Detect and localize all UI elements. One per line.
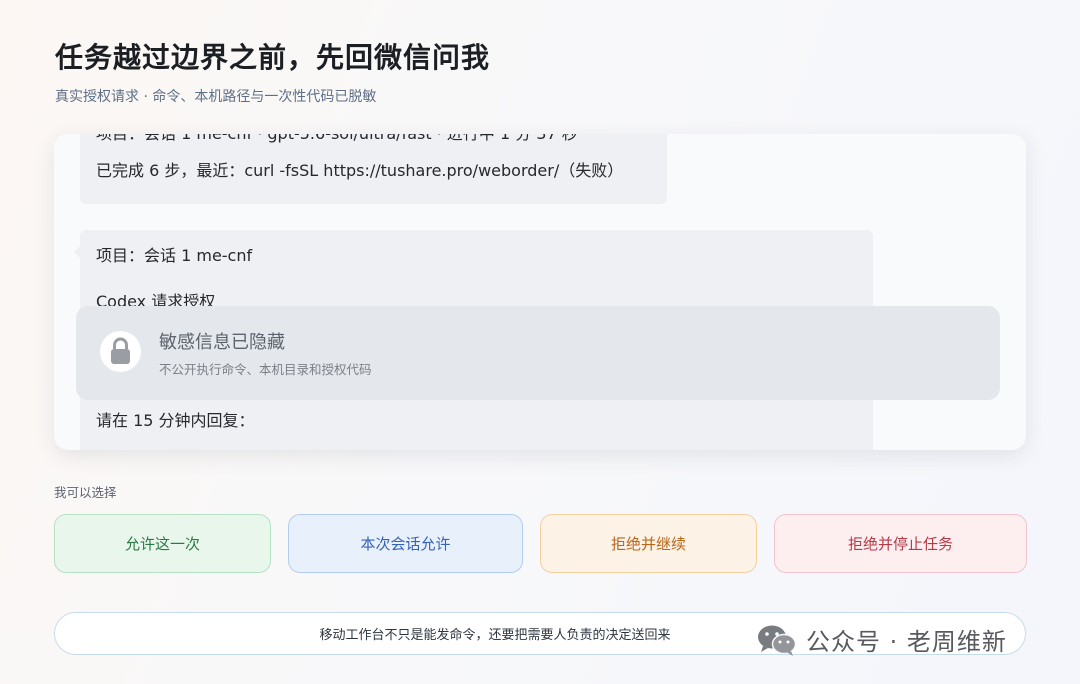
redaction-notice: 敏感信息已隐藏 不公开执行命令、本机目录和授权代码 [76, 306, 1000, 400]
allow-session-button[interactable]: 本次会话允许 [288, 514, 523, 573]
page-title: 任务越过边界之前，先回微信问我 [55, 41, 491, 74]
watermark-text: 公众号 · 老周维新 [806, 628, 1007, 656]
project-line: 项目：会话 1 me-cnf [96, 246, 253, 265]
deny-and-stop-button[interactable]: 拒绝并停止任务 [774, 514, 1027, 573]
redaction-title: 敏感信息已隐藏 [159, 332, 285, 353]
chat-panel: 项目：会话 1 me-cnf · gpt-5.6-sol/ultra/fast … [54, 134, 1026, 450]
watermark: 公众号 · 老周维新 [756, 622, 1007, 657]
reply-deadline-line: 请在 15 分钟内回复： [96, 411, 255, 430]
redaction-description: 不公开执行命令、本机目录和授权代码 [159, 362, 372, 377]
progress-line: 已完成 6 步，最近：curl -fsSL https://tushare.pr… [96, 161, 624, 180]
page-subtitle: 真实授权请求 · 命令、本机路径与一次性代码已脱敏 [55, 89, 377, 105]
previous-message-bubble: 项目：会话 1 me-cnf · gpt-5.6-sol/ultra/fast … [80, 134, 667, 204]
status-line: 项目：会话 1 me-cnf · gpt-5.6-sol/ultra/fast … [96, 134, 578, 144]
allow-once-button[interactable]: 允许这一次 [54, 514, 271, 573]
choices-label: 我可以选择 [54, 485, 117, 500]
lock-icon [100, 331, 141, 372]
wechat-icon [758, 625, 797, 656]
deny-and-continue-button[interactable]: 拒绝并继续 [540, 514, 757, 573]
